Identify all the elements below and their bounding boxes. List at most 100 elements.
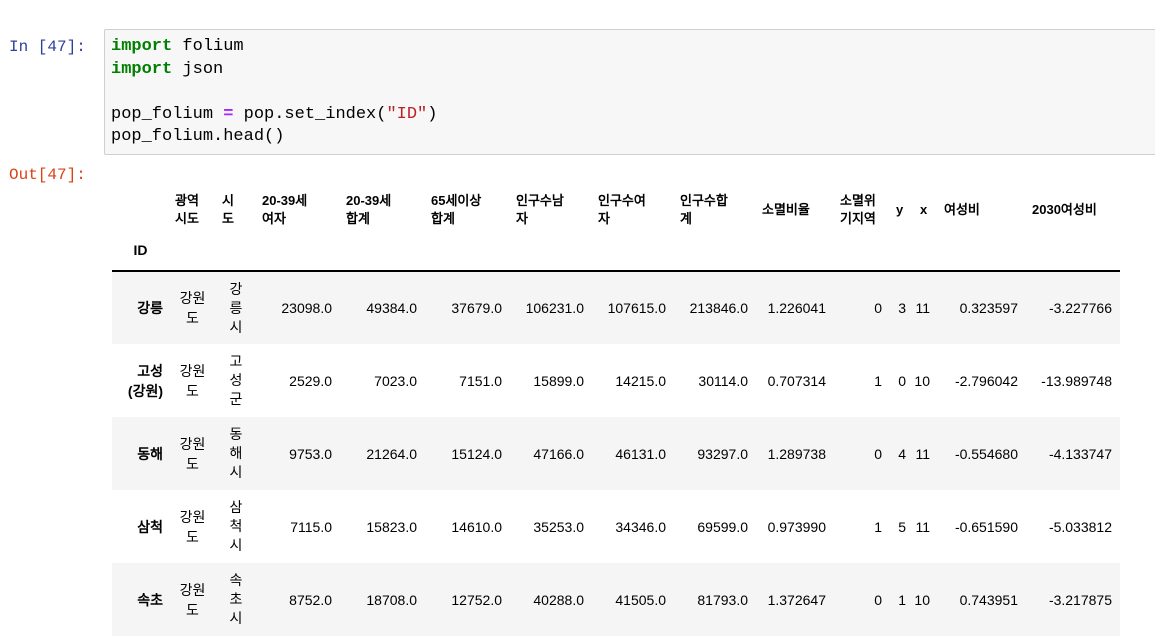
column-header: 인구수여 자 xyxy=(598,192,646,226)
table-cell: 37679.0 xyxy=(451,300,502,316)
column-header: 시도 xyxy=(222,192,234,226)
corner-header xyxy=(112,186,169,233)
keyword: import xyxy=(111,37,173,56)
table-cell: 21264.0 xyxy=(366,445,417,462)
table-cell: 30114.0 xyxy=(698,372,748,389)
table-cell: 46131.0 xyxy=(615,445,666,462)
index-name-row: ID xyxy=(112,233,1120,271)
column-header-row: 광역 시도 시도 20-39세 여자 20-39세 합계 65세이상 합계 인구수남 자 … xyxy=(112,186,1120,233)
string-literal: "ID" xyxy=(386,105,428,124)
table-cell: 1 xyxy=(898,591,906,608)
column-header: 20-39세 여자 xyxy=(262,192,308,226)
table-cell: 81793.0 xyxy=(697,591,748,608)
cell-sido: 강원 도 xyxy=(179,435,206,472)
table-cell: 41505.0 xyxy=(615,591,666,608)
table-cell: 8752.0 xyxy=(289,591,332,608)
table-cell: -4.133747 xyxy=(1048,445,1112,462)
output-prompt: Out[47]: xyxy=(9,166,86,184)
table-cell: -5.033812 xyxy=(1048,518,1112,535)
row-index: 고성 (강원) xyxy=(127,362,163,399)
code-line-5: pop_folium.head() xyxy=(111,127,285,146)
table-cell: -0.554680 xyxy=(954,445,1018,462)
column-header: 인구수남 자 xyxy=(516,192,564,226)
table-cell: 93297.0 xyxy=(697,445,748,462)
column-header: x xyxy=(920,201,928,217)
table-cell: 1.226041 xyxy=(767,300,826,316)
column-header: 소멸위 기지역 xyxy=(840,192,876,226)
table-cell: 0 xyxy=(874,300,882,316)
table-cell: 0 xyxy=(874,445,882,462)
table-cell: 14610.0 xyxy=(451,518,502,535)
table-cell: -0.651590 xyxy=(954,518,1018,535)
table-cell: 3 xyxy=(898,300,906,316)
table-cell: 7115.0 xyxy=(290,518,332,535)
table-cell: -2.796042 xyxy=(954,372,1018,389)
table-cell: 15899.0 xyxy=(533,372,584,389)
code-text: pop.set_index( xyxy=(233,105,387,124)
table-cell: 9753.0 xyxy=(289,445,332,462)
column-header: 65세이상 합계 xyxy=(431,192,482,226)
table-cell: 12752.0 xyxy=(451,591,502,608)
table-cell: 5 xyxy=(898,518,906,535)
cell-si: 속초시 xyxy=(229,572,243,626)
table-cell: 107615.0 xyxy=(607,300,666,316)
code-text: json xyxy=(172,60,224,79)
code-line-2: import json xyxy=(111,60,223,79)
column-header: 여성비 xyxy=(944,201,980,217)
table-cell: 10 xyxy=(914,591,930,608)
table-cell: -3.217875 xyxy=(1048,591,1112,608)
cell-si: 동해시 xyxy=(229,426,243,480)
table-cell: 11 xyxy=(915,445,930,462)
code-cell-editor[interactable]: import folium import json pop_folium = p… xyxy=(104,29,1155,155)
table-cell: 106231.0 xyxy=(525,300,584,316)
table-cell: 15823.0 xyxy=(366,518,417,535)
table-cell: 15124.0 xyxy=(451,445,502,462)
column-header: 광역 시도 xyxy=(175,192,199,226)
column-header: 인구수합 계 xyxy=(680,192,728,226)
cell-si: 강릉시 xyxy=(229,280,243,335)
cell-sido: 강원 도 xyxy=(179,362,206,399)
cell-sido: 강원 도 xyxy=(179,508,206,545)
table-row: 속초 강원 도 속초시 8752.0 18708.0 12752.0 40288.… xyxy=(112,563,1120,636)
table-cell: 0.707314 xyxy=(767,372,826,389)
table-cell: 49384.0 xyxy=(366,300,417,316)
cell-sido: 강원 도 xyxy=(179,581,206,618)
code-text: ) xyxy=(427,105,438,124)
table-cell: 1 xyxy=(874,372,882,389)
input-prompt: In [47]: xyxy=(9,38,86,56)
table-cell: 0.743951 xyxy=(959,591,1018,608)
table-cell: 1 xyxy=(874,518,882,535)
table-cell: 0 xyxy=(874,591,882,608)
table-cell: 4 xyxy=(898,445,906,462)
table-cell: 14215.0 xyxy=(615,372,666,389)
table-cell: 7151.0 xyxy=(459,372,502,389)
table-row: 강릉 강원 도 강릉시 23098.0 49384.0 37679.0 10623… xyxy=(112,271,1120,344)
table-cell: 11 xyxy=(915,300,930,316)
table-cell: 40288.0 xyxy=(533,591,584,608)
dataframe-table: 광역 시도 시도 20-39세 여자 20-39세 합계 65세이상 합계 인구수남 자 … xyxy=(112,186,1120,636)
table-cell: 34346.0 xyxy=(615,518,666,535)
cell-sido: 강원 도 xyxy=(179,290,206,326)
table-cell: 11 xyxy=(915,518,930,535)
column-header: y xyxy=(896,201,904,217)
column-header: 20-39세 합계 xyxy=(346,192,392,226)
table-cell: 213846.0 xyxy=(689,300,748,316)
table-cell: 10 xyxy=(914,372,930,389)
cell-si: 고성군 xyxy=(229,353,243,407)
table-cell: 2529.0 xyxy=(289,372,332,389)
row-index: 강릉 xyxy=(137,300,163,316)
table-cell: 23098.0 xyxy=(281,300,332,316)
table-cell: 7023.0 xyxy=(374,372,417,389)
table-cell: 47166.0 xyxy=(533,445,584,462)
table-cell: 0.323597 xyxy=(959,300,1018,316)
row-index: 동해 xyxy=(137,445,163,462)
table-cell: 18708.0 xyxy=(366,591,417,608)
row-index: 속초 xyxy=(137,591,163,608)
table-cell: 1.289738 xyxy=(767,445,826,462)
column-header: 2030여성비 xyxy=(1032,201,1097,217)
table-cell: 0 xyxy=(898,372,906,389)
code-text: pop_folium xyxy=(111,105,224,124)
code-line-1: import folium xyxy=(111,37,244,56)
table-row: 동해 강원 도 동해시 9753.0 21264.0 15124.0 47166.… xyxy=(112,417,1120,490)
table-cell: 35253.0 xyxy=(533,518,584,535)
